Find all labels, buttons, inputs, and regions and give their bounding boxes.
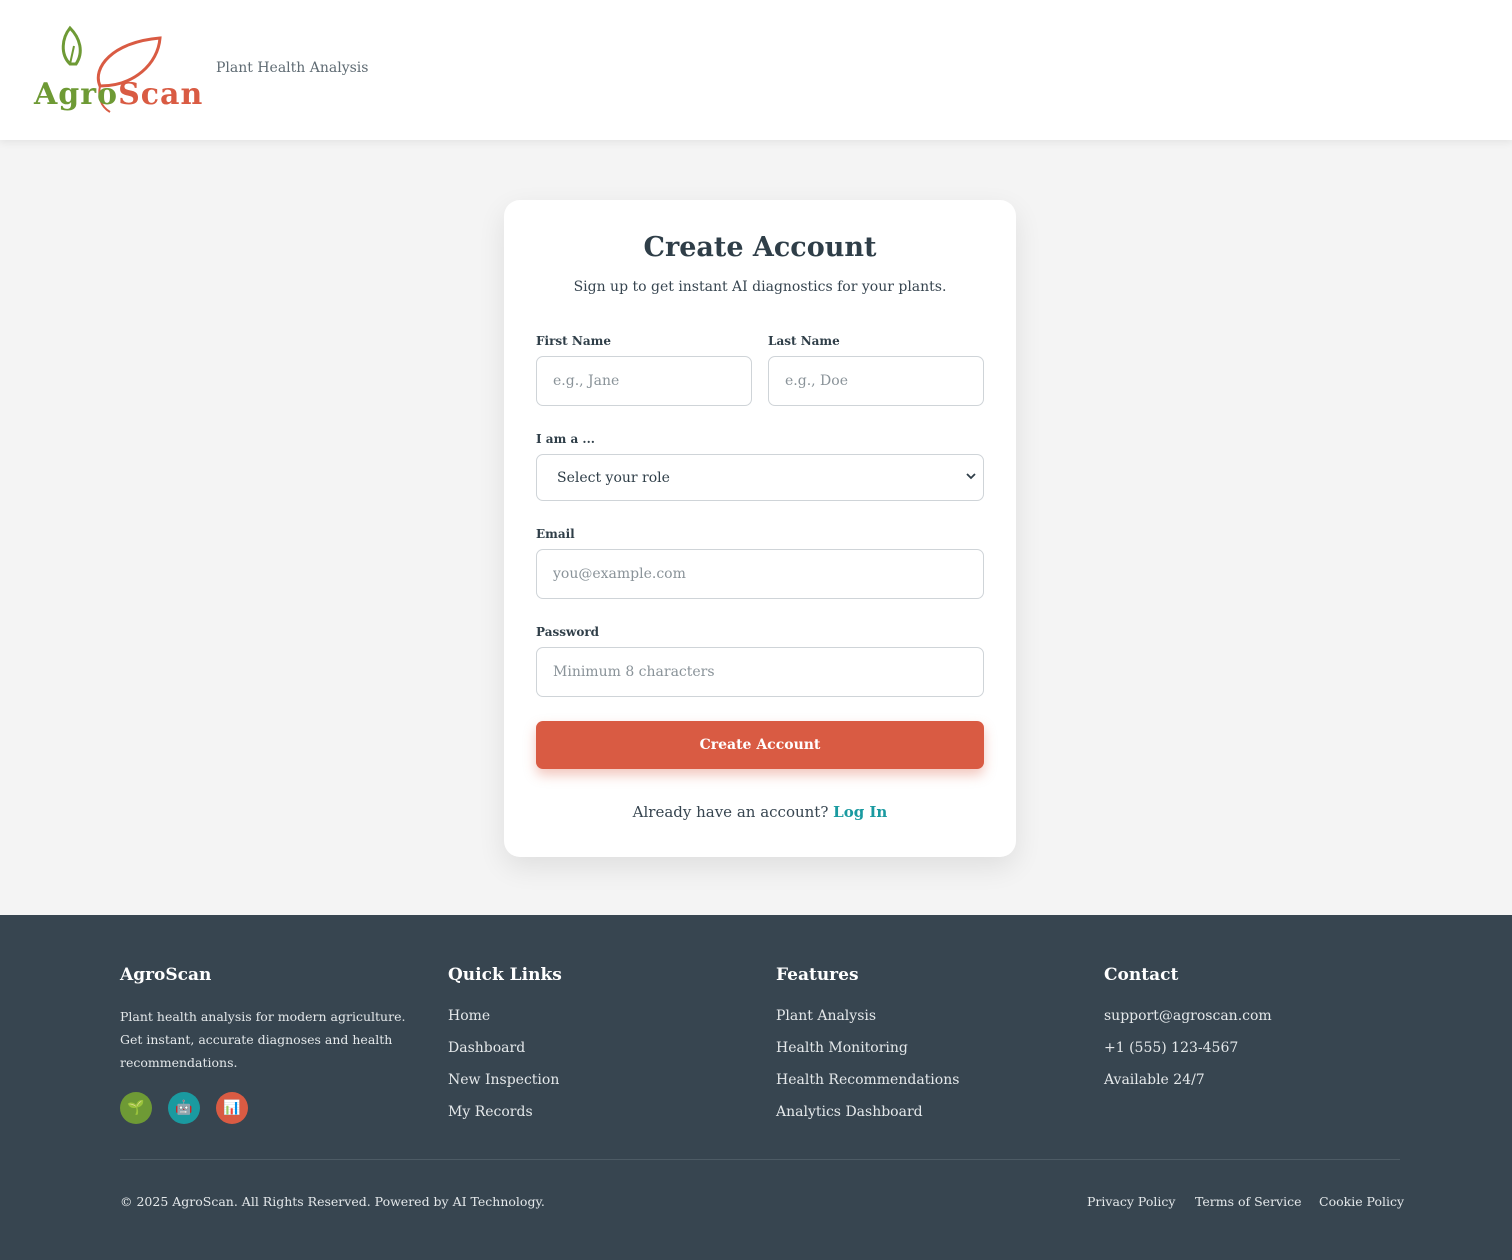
- chevron-down-icon: [966, 473, 976, 480]
- contact-phone[interactable]: +1 (555) 123-4567: [1104, 1037, 1272, 1069]
- page-subtitle: Sign up to get instant AI diagnostics fo…: [573, 279, 947, 295]
- create-account-button[interactable]: Create Account: [536, 721, 984, 769]
- copyright: © 2025 AgroScan. All Rights Reserved. Po…: [120, 1194, 545, 1209]
- footer-divider: [120, 1159, 1400, 1160]
- signup-card: Create Account Sign up to get instant AI…: [504, 200, 1016, 857]
- footer-link-health-recommendations[interactable]: Health Recommendations: [776, 1069, 959, 1101]
- footer-features: Features Plant Analysis Health Monitorin…: [776, 965, 959, 1133]
- footer-link-new-inspection[interactable]: New Inspection: [448, 1069, 562, 1101]
- footer-quick-links: Quick Links Home Dashboard New Inspectio…: [448, 965, 562, 1133]
- role-label: I am a ...: [536, 432, 595, 446]
- cookie-policy-link[interactable]: Cookie Policy: [1319, 1194, 1404, 1209]
- footer-link-home[interactable]: Home: [448, 1005, 562, 1037]
- robot-icon[interactable]: 🤖: [168, 1092, 200, 1124]
- contact-availability: Available 24/7: [1104, 1072, 1205, 1088]
- email-field[interactable]: [536, 549, 984, 599]
- footer-link-analytics-dashboard[interactable]: Analytics Dashboard: [776, 1101, 959, 1133]
- quick-links-title: Quick Links: [448, 965, 562, 985]
- login-prompt-text: Already have an account?: [632, 803, 829, 821]
- footer-brand-description: Plant health analysis for modern agricul…: [120, 1009, 406, 1070]
- footer-contact: Contact support@agroscan.com +1 (555) 12…: [1104, 965, 1272, 1101]
- first-name-input[interactable]: [536, 356, 752, 406]
- contact-email[interactable]: support@agroscan.com: [1104, 1005, 1272, 1037]
- email-label: Email: [536, 527, 575, 541]
- agroscan-logo[interactable]: AgroScan: [34, 24, 202, 116]
- login-link[interactable]: Log In: [833, 803, 887, 821]
- role-select[interactable]: Select your role: [536, 454, 984, 501]
- footer-link-dashboard[interactable]: Dashboard: [448, 1037, 562, 1069]
- footer-brand-title: AgroScan: [120, 965, 212, 985]
- seedling-icon[interactable]: 🌱: [120, 1092, 152, 1124]
- login-prompt: Already have an account? Log In: [504, 803, 1016, 821]
- last-name-label: Last Name: [768, 334, 840, 348]
- first-name-label: First Name: [536, 334, 611, 348]
- password-field[interactable]: [536, 647, 984, 697]
- footer-brand: AgroScan Plant health analysis for moder…: [120, 965, 420, 1074]
- password-label: Password: [536, 625, 600, 639]
- chart-icon[interactable]: 📊: [216, 1092, 248, 1124]
- site-header: AgroScan Plant Health Analysis: [0, 0, 1512, 140]
- footer-link-plant-analysis[interactable]: Plant Analysis: [776, 1005, 959, 1037]
- site-tagline: Plant Health Analysis: [216, 60, 369, 76]
- logo-wordmark: AgroScan: [34, 77, 204, 112]
- page-title: Create Account: [643, 232, 877, 263]
- site-footer: AgroScan Plant health analysis for moder…: [0, 915, 1512, 1260]
- terms-of-service-link[interactable]: Terms of Service: [1195, 1194, 1302, 1209]
- footer-link-my-records[interactable]: My Records: [448, 1101, 562, 1133]
- role-select-value: Select your role: [557, 470, 670, 486]
- privacy-policy-link[interactable]: Privacy Policy: [1087, 1194, 1175, 1209]
- last-name-input[interactable]: [768, 356, 984, 406]
- contact-title: Contact: [1104, 965, 1179, 985]
- features-title: Features: [776, 965, 859, 985]
- footer-link-health-monitoring[interactable]: Health Monitoring: [776, 1037, 959, 1069]
